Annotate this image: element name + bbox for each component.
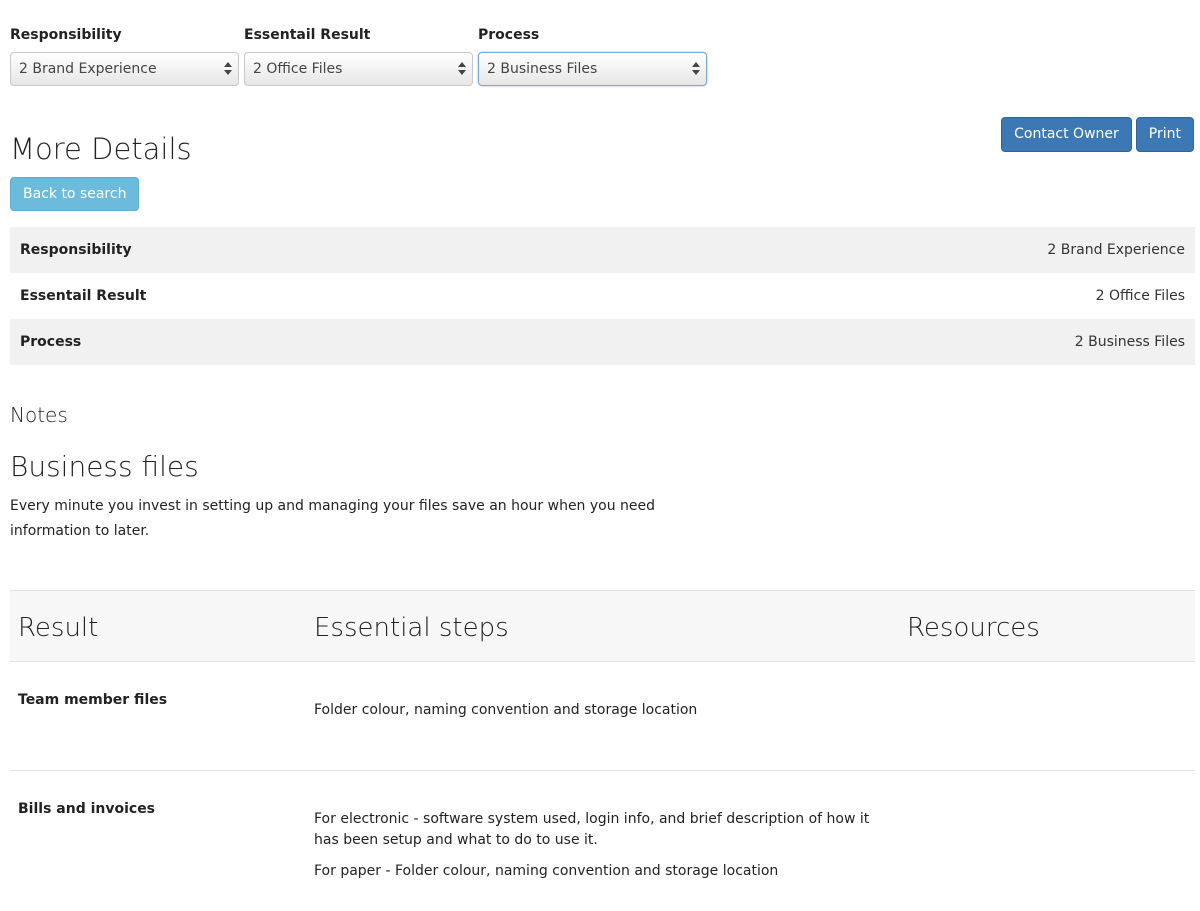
filter-label: Essentail Result <box>244 27 371 43</box>
details-key: Responsibility <box>20 242 132 258</box>
intro-text: Every minute you invest in setting up an… <box>10 498 656 539</box>
contact-owner-button[interactable]: Contact Owner <box>1001 117 1132 152</box>
essential-steps: Folder colour, naming convention and sto… <box>314 700 874 731</box>
essential-steps: For electronic - software system used, l… <box>314 809 874 892</box>
select-value: 2 Business Files <box>487 61 598 77</box>
details-key: Process <box>20 334 82 350</box>
details-value: 2 Brand Experience <box>1047 242 1185 258</box>
details-row: Process 2 Business Files <box>10 319 1195 365</box>
notes-label: Notes <box>10 403 68 427</box>
filter-bar: Responsibility 2 Brand Experience Essent… <box>10 26 707 86</box>
section-title: Business files <box>10 450 199 483</box>
filter-label: Responsibility <box>10 27 122 43</box>
select-arrows-icon <box>692 62 700 76</box>
filter-responsibility: Responsibility 2 Brand Experience <box>10 26 239 86</box>
details-row: Essentail Result 2 Office Files <box>10 273 1195 319</box>
result-name: Bills and invoices <box>18 801 156 817</box>
header-resources: Resources <box>907 613 1040 643</box>
page-title: More Details <box>10 132 192 166</box>
process-select[interactable]: 2 Business Files <box>478 52 707 86</box>
print-button[interactable]: Print <box>1135 117 1194 152</box>
page: Responsibility 2 Brand Experience Essent… <box>0 0 1200 879</box>
results-table: Result Essential steps Resources Team me… <box>10 590 1195 911</box>
back-to-search-button[interactable]: Back to search <box>10 177 140 211</box>
filter-label: Process <box>478 27 540 43</box>
step-text: For paper - Folder colour, naming conven… <box>314 863 779 879</box>
details-key: Essentail Result <box>20 288 147 304</box>
filter-process: Process 2 Business Files <box>478 26 707 86</box>
results-table-header: Result Essential steps Resources <box>10 590 1195 662</box>
header-result: Result <box>18 613 99 643</box>
table-row: Team member files Folder colour, naming … <box>10 662 1195 771</box>
select-arrows-icon <box>458 62 466 76</box>
step-text: Folder colour, naming convention and sto… <box>314 702 698 718</box>
responsibility-select[interactable]: 2 Brand Experience <box>10 52 239 86</box>
details-row: Responsibility 2 Brand Experience <box>10 227 1195 273</box>
step-text: For electronic - software system used, l… <box>314 811 870 848</box>
essential-result-select[interactable]: 2 Office Files <box>244 52 473 86</box>
result-name: Team member files <box>18 692 168 708</box>
filter-essential-result: Essentail Result 2 Office Files <box>244 26 473 86</box>
select-value: 2 Brand Experience <box>19 61 157 77</box>
select-arrows-icon <box>224 62 232 76</box>
details-value: 2 Office Files <box>1095 288 1185 304</box>
select-value: 2 Office Files <box>253 61 343 77</box>
details-table: Responsibility 2 Brand Experience Essent… <box>10 227 1195 365</box>
details-value: 2 Business Files <box>1074 334 1185 350</box>
table-row: Bills and invoices For electronic - soft… <box>10 771 1195 911</box>
header-essential-steps: Essential steps <box>314 613 509 643</box>
action-buttons: Contact Owner Print <box>1001 117 1194 152</box>
